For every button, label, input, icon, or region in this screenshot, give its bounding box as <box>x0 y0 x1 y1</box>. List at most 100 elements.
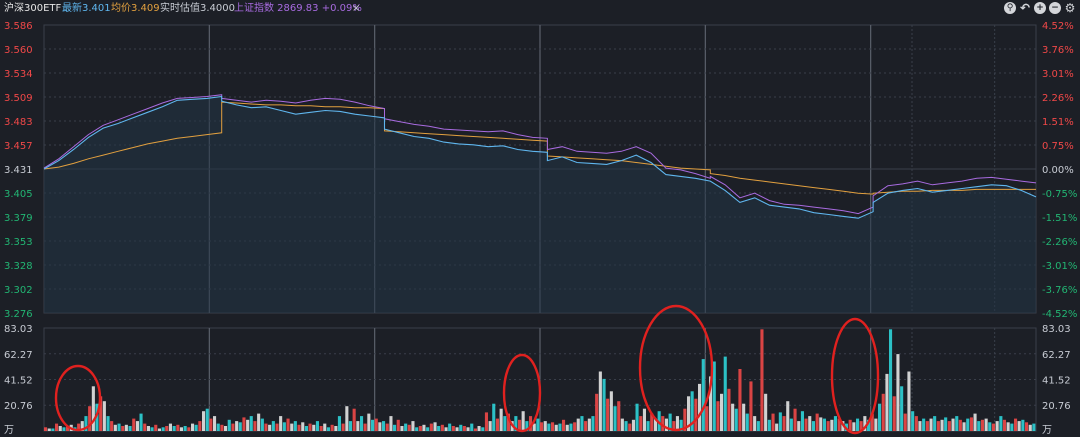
y-tick-label-left: 3.509 <box>4 93 33 104</box>
volume-bar <box>117 423 121 431</box>
volume-bar <box>617 401 621 431</box>
volume-bar <box>900 386 904 431</box>
volume-bar <box>1021 419 1025 431</box>
volume-bar <box>227 419 231 431</box>
volume-bar <box>911 411 915 431</box>
volume-tick-label-right: 41.52 <box>1042 375 1071 386</box>
volume-bar <box>914 416 918 431</box>
volume-bar <box>995 421 999 431</box>
zoom-out-icon[interactable]: − <box>1049 2 1061 14</box>
volume-bar <box>301 422 305 431</box>
search-icon[interactable]: ⚲ <box>1004 2 1016 14</box>
volume-bar <box>235 421 239 431</box>
y-tick-label-left: 3.560 <box>4 45 33 56</box>
y-tick-label-right: 0.75% <box>1042 141 1074 152</box>
volume-bar <box>620 418 624 431</box>
volume-bar <box>984 418 988 431</box>
volume-bar <box>282 422 286 431</box>
volume-bar <box>573 422 577 431</box>
volume-bar <box>448 423 452 431</box>
volume-bar <box>183 426 187 431</box>
volume-bar <box>352 408 356 431</box>
volume-bar <box>551 422 555 431</box>
volume-bar <box>540 422 544 431</box>
volume-bar <box>220 424 224 431</box>
undo-icon[interactable]: ↶ <box>1019 2 1031 14</box>
volume-bar <box>459 424 463 431</box>
chart-header: 沪深300ETF 最新3.401 均价3.409 实时估值3.4000 上证指数… <box>0 0 1080 18</box>
zoom-in-icon[interactable]: + <box>1034 2 1046 14</box>
volume-bar <box>253 421 257 431</box>
volume-bar <box>1006 422 1010 431</box>
volume-bar <box>462 426 466 431</box>
volume-bar <box>925 421 929 431</box>
volume-bar <box>705 406 709 431</box>
volume-bar <box>400 426 404 431</box>
volume-bar <box>121 426 125 431</box>
y-tick-label-left: 3.405 <box>4 189 33 200</box>
volume-bar <box>958 419 962 431</box>
volume-bar <box>437 426 441 431</box>
volume-bar <box>194 424 198 431</box>
estimate-value: 实时估值3.4000 <box>160 3 235 14</box>
volume-bar <box>1017 421 1021 431</box>
volume-bar <box>58 426 62 431</box>
close-index-button[interactable]: × <box>352 0 360 18</box>
volume-bar <box>918 421 922 431</box>
volume-bar <box>811 421 815 431</box>
volume-bar <box>275 423 279 431</box>
volume-bar <box>962 422 966 431</box>
volume-bar <box>892 396 896 431</box>
volume-bar <box>268 424 272 431</box>
volume-bar <box>701 359 705 431</box>
volume-bar <box>360 416 364 431</box>
volume-bar <box>951 418 955 431</box>
volume-bar <box>966 418 970 431</box>
y-tick-label-left: 3.379 <box>4 213 33 224</box>
volume-tick-label-left: 83.03 <box>4 324 33 335</box>
volume-bar <box>315 421 319 431</box>
volume-bar <box>907 371 911 431</box>
volume-bar <box>771 413 775 431</box>
volume-bar <box>433 422 437 431</box>
volume-bar <box>157 428 161 431</box>
volume-bar <box>1014 418 1018 431</box>
y-tick-label-left: 3.328 <box>4 261 33 272</box>
volume-bar <box>1025 422 1029 431</box>
volume-bar <box>830 419 834 431</box>
volume-bar <box>1002 419 1006 431</box>
volume-bar <box>1028 424 1032 431</box>
volume-bar <box>789 418 793 431</box>
volume-bar <box>378 422 382 431</box>
settings-icon[interactable]: ⚙ <box>1064 2 1076 14</box>
volume-bar <box>91 386 95 431</box>
volume-bar <box>885 373 889 431</box>
volume-bar <box>988 422 992 431</box>
volume-bar <box>451 426 455 431</box>
chart-toolbar: ⚲ ↶ + − ⚙ <box>1004 2 1076 16</box>
volume-bar <box>878 403 882 431</box>
volume-bar <box>444 427 448 431</box>
volume-bar <box>587 418 591 431</box>
volume-bar <box>646 421 650 431</box>
volume-bar <box>889 329 893 431</box>
volume-tick-label-left: 62.27 <box>4 350 33 361</box>
volume-bar <box>404 423 408 431</box>
volume-bar <box>554 424 558 431</box>
volume-bar <box>991 423 995 431</box>
volume-bar <box>698 383 702 431</box>
volume-tick-label-right: 83.03 <box>1042 324 1071 335</box>
volume-bar <box>213 416 217 431</box>
volume-bar <box>488 421 492 431</box>
volume-bar <box>319 426 323 431</box>
volume-bar <box>881 393 885 431</box>
y-tick-label-left: 3.457 <box>4 141 33 152</box>
volume-bar <box>977 421 981 431</box>
volume-bar <box>312 424 316 431</box>
volume-bar <box>172 426 176 431</box>
volume-bar <box>793 408 797 431</box>
volume-tick-label-left: 41.52 <box>4 375 33 386</box>
volume-bar <box>139 413 143 431</box>
annotation-circle <box>638 304 714 432</box>
volume-bar <box>856 418 860 431</box>
